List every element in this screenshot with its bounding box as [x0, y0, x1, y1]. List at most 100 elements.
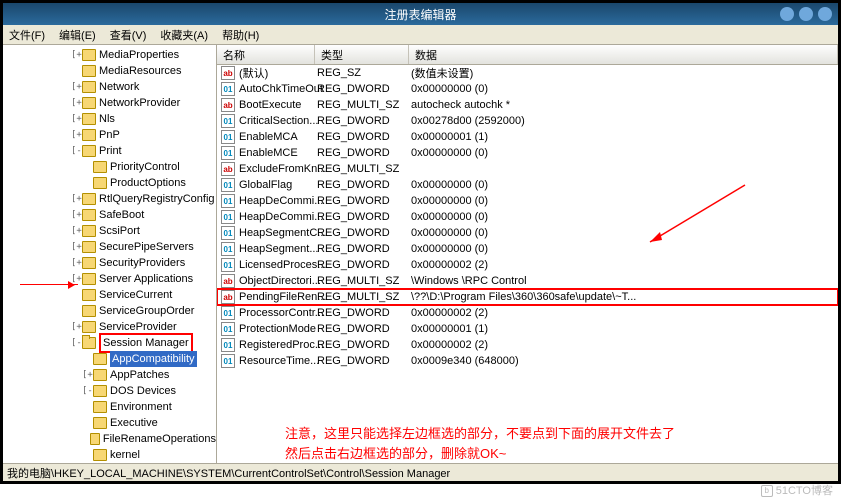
tree-node[interactable]: MediaResources	[5, 63, 216, 79]
tree-label: SafeBoot	[99, 207, 144, 223]
tree-node[interactable]: AppCompatibility	[5, 351, 216, 367]
minimize-button[interactable]	[780, 7, 794, 21]
tree-label: Session Manager	[99, 333, 193, 353]
menu-view[interactable]: 查看(V)	[110, 27, 147, 43]
maximize-button[interactable]	[799, 7, 813, 21]
folder-icon	[93, 385, 107, 397]
tree-node[interactable]: [+]MediaProperties	[5, 47, 216, 63]
value-row[interactable]: 01ProcessorContr...REG_DWORD0x00000002 (…	[217, 305, 838, 321]
tree-label: FileRenameOperations	[103, 431, 216, 447]
folder-icon	[93, 401, 107, 413]
tree-label: MediaResources	[99, 63, 182, 79]
annotation-note: 注意，这里只能选择左边框选的部分，不要点到下面的展开文件去了 然后点击右边框选的…	[285, 424, 838, 463]
tree-node[interactable]: [+]PnP	[5, 127, 216, 143]
tree-node[interactable]: [+]SecurePipeServers	[5, 239, 216, 255]
value-row[interactable]: abExcludeFromKn...REG_MULTI_SZ	[217, 161, 838, 177]
binary-icon: 01	[221, 354, 235, 368]
col-data[interactable]: 数据	[409, 45, 838, 64]
tree-label: Environment	[110, 399, 172, 415]
binary-icon: 01	[221, 306, 235, 320]
tree-node[interactable]: [+]AppPatches	[5, 367, 216, 383]
tree-node[interactable]: [+]ScsiPort	[5, 223, 216, 239]
value-row[interactable]: 01GlobalFlagREG_DWORD0x00000000 (0)	[217, 177, 838, 193]
string-icon: ab	[221, 66, 235, 80]
value-row[interactable]: 01HeapSegmentC...REG_DWORD0x00000000 (0)	[217, 225, 838, 241]
folder-icon	[93, 369, 107, 381]
value-row[interactable]: 01ProtectionModeREG_DWORD0x00000001 (1)	[217, 321, 838, 337]
tree-node[interactable]: ProductOptions	[5, 175, 216, 191]
tree-label: PnP	[99, 127, 120, 143]
value-row[interactable]: abObjectDirectori...REG_MULTI_SZ\Windows…	[217, 273, 838, 289]
tree-label: Nls	[99, 111, 115, 127]
window-controls	[780, 7, 832, 21]
tree-node[interactable]: [-]Print	[5, 143, 216, 159]
registry-tree[interactable]: [+]MediaPropertiesMediaResources[+]Netwo…	[3, 45, 217, 463]
string-icon: ab	[221, 162, 235, 176]
value-row[interactable]: 01CriticalSection...REG_DWORD0x00278d00 …	[217, 113, 838, 129]
tree-node[interactable]: [+]Network	[5, 79, 216, 95]
tree-node[interactable]: [+]NetworkProvider	[5, 95, 216, 111]
value-row[interactable]: abPendingFileRen...REG_MULTI_SZ\??\D:\Pr…	[217, 289, 838, 305]
binary-icon: 01	[221, 210, 235, 224]
folder-icon	[82, 49, 96, 61]
value-row[interactable]: 01RegisteredProc...REG_DWORD0x00000002 (…	[217, 337, 838, 353]
tree-node[interactable]: PriorityControl	[5, 159, 216, 175]
folder-icon	[82, 241, 96, 253]
string-icon: ab	[221, 290, 235, 304]
close-button[interactable]	[818, 7, 832, 21]
folder-icon	[82, 97, 96, 109]
col-type[interactable]: 类型	[315, 45, 409, 64]
value-row[interactable]: abBootExecuteREG_MULTI_SZautocheck autoc…	[217, 97, 838, 113]
tree-node[interactable]: kernel	[5, 447, 216, 463]
folder-icon	[93, 161, 107, 173]
tree-label: PriorityControl	[110, 159, 180, 175]
tree-label: MediaProperties	[99, 47, 179, 63]
value-row[interactable]: 01EnableMCAREG_DWORD0x00000001 (1)	[217, 129, 838, 145]
tree-label: kernel	[110, 447, 140, 463]
folder-icon	[90, 433, 100, 445]
menu-edit[interactable]: 编辑(E)	[59, 27, 96, 43]
tree-label: Network	[99, 79, 139, 95]
col-name[interactable]: 名称	[217, 45, 315, 64]
value-row[interactable]: 01AutoChkTimeOutREG_DWORD0x00000000 (0)	[217, 81, 838, 97]
menu-file[interactable]: 文件(F)	[9, 27, 45, 43]
tree-node[interactable]: FileRenameOperations	[5, 431, 216, 447]
value-row[interactable]: ab(默认)REG_SZ(数值未设置)	[217, 65, 838, 81]
menu-favorites[interactable]: 收藏夹(A)	[160, 27, 208, 43]
tree-node[interactable]: Executive	[5, 415, 216, 431]
value-row[interactable]: 01HeapDeCommi...REG_DWORD0x00000000 (0)	[217, 193, 838, 209]
statusbar: 我的电脑\HKEY_LOCAL_MACHINE\SYSTEM\CurrentCo…	[3, 463, 838, 481]
folder-icon	[82, 289, 96, 301]
watermark-icon: b	[761, 485, 773, 497]
tree-node[interactable]: [-]Session Manager	[5, 335, 216, 351]
folder-icon	[82, 193, 96, 205]
value-row[interactable]: 01LicensedProces...REG_DWORD0x00000002 (…	[217, 257, 838, 273]
content-area: [+]MediaPropertiesMediaResources[+]Netwo…	[3, 45, 838, 463]
value-row[interactable]: 01ResourceTime...REG_DWORD0x0009e340 (64…	[217, 353, 838, 369]
value-row[interactable]: 01HeapSegment...REG_DWORD0x00000000 (0)	[217, 241, 838, 257]
value-row[interactable]: 01EnableMCEREG_DWORD0x00000000 (0)	[217, 145, 838, 161]
status-path: 我的电脑\HKEY_LOCAL_MACHINE\SYSTEM\CurrentCo…	[7, 465, 450, 481]
binary-icon: 01	[221, 146, 235, 160]
folder-icon	[82, 337, 96, 349]
tree-node[interactable]: [+]RtlQueryRegistryConfig	[5, 191, 216, 207]
tree-label: ProductOptions	[110, 175, 186, 191]
tree-node[interactable]: [+]SafeBoot	[5, 207, 216, 223]
tree-node[interactable]: [+]Nls	[5, 111, 216, 127]
string-icon: ab	[221, 98, 235, 112]
tree-label: Print	[99, 143, 122, 159]
menu-help[interactable]: 帮助(H)	[222, 27, 259, 43]
tree-label: NetworkProvider	[99, 95, 180, 111]
folder-icon	[93, 177, 107, 189]
tree-node[interactable]: ServiceCurrent	[5, 287, 216, 303]
binary-icon: 01	[221, 258, 235, 272]
tree-node[interactable]: [-]DOS Devices	[5, 383, 216, 399]
tree-node[interactable]: [+]SecurityProviders	[5, 255, 216, 271]
value-row[interactable]: 01HeapDeCommi...REG_DWORD0x00000000 (0)	[217, 209, 838, 225]
folder-icon	[82, 257, 96, 269]
tree-node[interactable]: Environment	[5, 399, 216, 415]
tree-label: ServiceCurrent	[99, 287, 172, 303]
value-rows[interactable]: ab(默认)REG_SZ(数值未设置)01AutoChkTimeOutREG_D…	[217, 65, 838, 394]
window-title: 注册表编辑器	[384, 6, 456, 23]
tree-node[interactable]: ServiceGroupOrder	[5, 303, 216, 319]
